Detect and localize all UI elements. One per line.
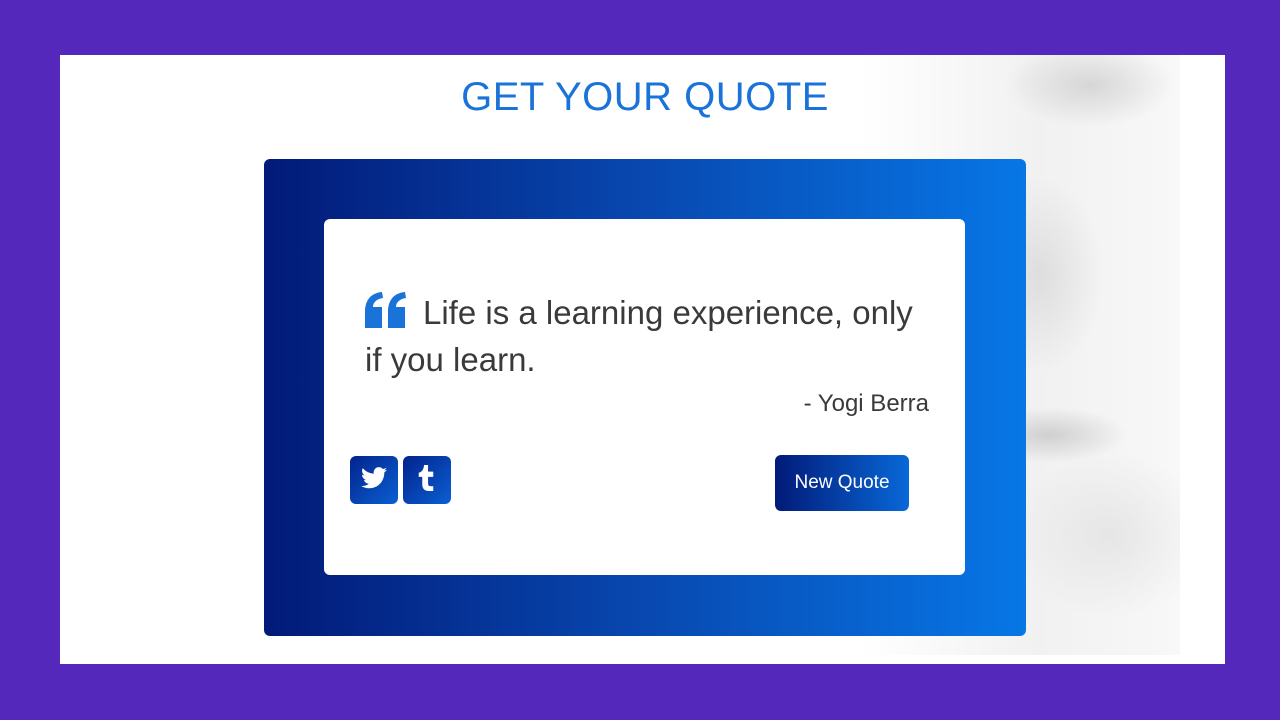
quote-card: Life is a learning experience, only if y… <box>324 219 965 575</box>
quote-text: Life is a learning experience, only if y… <box>365 294 913 378</box>
tumblr-icon <box>418 464 436 496</box>
page-viewport: GET YOUR QUOTE Life is a learning experi… <box>60 55 1225 664</box>
tweet-button[interactable] <box>350 456 398 504</box>
twitter-icon <box>361 466 387 494</box>
quote-left-icon <box>365 292 407 338</box>
new-quote-button[interactable]: New Quote <box>775 455 909 511</box>
page-title: GET YOUR QUOTE <box>461 75 829 119</box>
quote-box: Life is a learning experience, only if y… <box>365 291 925 381</box>
tumblr-button[interactable] <box>403 456 451 504</box>
quote-author: - Yogi Berra <box>803 390 929 417</box>
quote-frame: Life is a learning experience, only if y… <box>264 159 1026 636</box>
